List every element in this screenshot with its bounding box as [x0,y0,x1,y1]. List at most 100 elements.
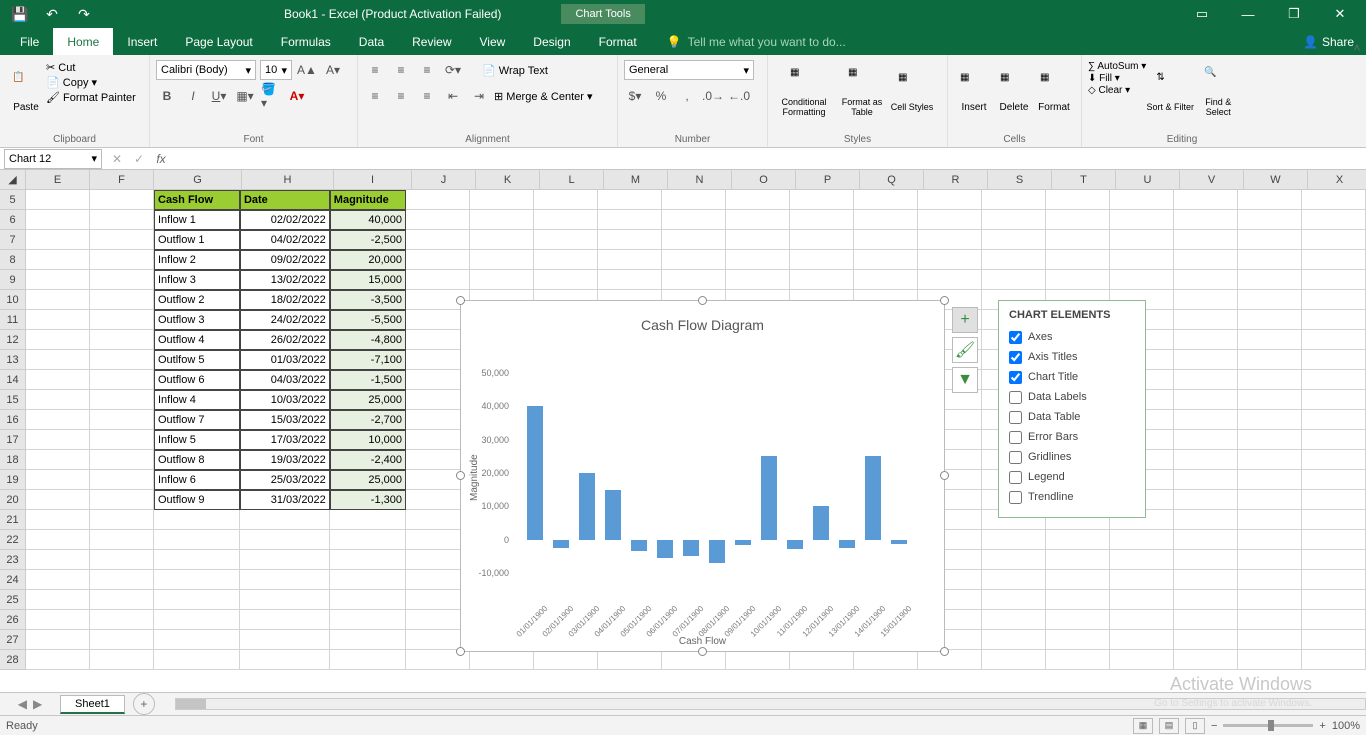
column-header[interactable]: H [242,170,334,190]
cell[interactable]: Date [240,190,330,210]
resize-handle[interactable] [456,471,465,480]
cell[interactable] [26,550,90,570]
cell[interactable] [982,590,1046,610]
cell[interactable] [90,650,154,670]
cell[interactable]: Outflow 2 [154,290,240,310]
cell[interactable]: -2,700 [330,410,406,430]
row-header[interactable]: 8 [0,250,26,270]
chart-styles-button[interactable]: 🖌 [952,337,978,363]
cell[interactable] [1046,630,1110,650]
tab-file[interactable]: File [6,28,53,55]
row-header[interactable]: 10 [0,290,26,310]
cell[interactable] [982,630,1046,650]
cell[interactable] [982,650,1046,670]
cell[interactable]: 13/02/2022 [240,270,330,290]
cell[interactable] [1302,650,1366,670]
row-header[interactable]: 24 [0,570,26,590]
cell[interactable] [1174,470,1238,490]
chart-bar[interactable] [605,490,621,540]
chart-bar[interactable] [891,540,907,544]
cell[interactable]: 10,000 [330,430,406,450]
cell[interactable] [90,630,154,650]
column-header[interactable]: J [412,170,476,190]
chart-element-option[interactable]: Gridlines [1009,447,1135,467]
cell[interactable] [1238,550,1302,570]
cell[interactable] [1110,210,1174,230]
cell[interactable] [790,270,854,290]
collapse-ribbon-icon[interactable]: ˄ [1346,38,1366,58]
cell[interactable] [26,630,90,650]
cell[interactable] [1174,190,1238,210]
tab-insert[interactable]: Insert [113,28,171,55]
cell[interactable] [1174,530,1238,550]
underline-button[interactable]: U▾ [208,86,230,106]
cell[interactable] [854,270,918,290]
enter-icon[interactable]: ✓ [128,152,150,166]
increase-font-icon[interactable]: A▲ [296,60,318,80]
cell[interactable] [1046,590,1110,610]
cell[interactable] [26,370,90,390]
select-all-corner[interactable]: ◢ [0,170,26,190]
column-header[interactable]: S [988,170,1052,190]
column-header[interactable]: X [1308,170,1366,190]
cell[interactable] [1238,630,1302,650]
decrease-decimal-icon[interactable]: ←.0 [728,86,750,106]
cell[interactable] [534,210,598,230]
row-header[interactable]: 13 [0,350,26,370]
cell[interactable] [854,190,918,210]
column-header[interactable]: G [154,170,242,190]
paste-button[interactable]: 📋 Paste [6,59,46,125]
cell[interactable] [90,570,154,590]
cell[interactable] [26,410,90,430]
cell[interactable]: 40,000 [330,210,406,230]
column-header[interactable]: I [334,170,412,190]
cell[interactable] [1046,610,1110,630]
cell[interactable] [982,210,1046,230]
cell[interactable] [26,490,90,510]
cell[interactable] [918,650,982,670]
cell[interactable] [1238,650,1302,670]
cell[interactable] [1238,590,1302,610]
chart-element-checkbox[interactable] [1009,371,1022,384]
cell[interactable] [1238,370,1302,390]
cell[interactable] [26,430,90,450]
percent-format-icon[interactable]: % [650,86,672,106]
cut-button[interactable]: ✂ Cut [46,61,136,74]
cell[interactable]: 26/02/2022 [240,330,330,350]
cell[interactable]: Outflow 9 [154,490,240,510]
cell[interactable] [662,210,726,230]
cell[interactable] [1238,610,1302,630]
cell[interactable] [790,250,854,270]
cell[interactable]: Outflow 8 [154,450,240,470]
decrease-indent-icon[interactable]: ⇤ [442,86,464,106]
cell[interactable] [534,250,598,270]
chart-element-option[interactable]: Data Labels [1009,387,1135,407]
tab-page-layout[interactable]: Page Layout [171,28,266,55]
cell[interactable] [1174,650,1238,670]
page-break-view-icon[interactable]: ▯ [1185,718,1205,734]
cell[interactable] [90,270,154,290]
normal-view-icon[interactable]: ▦ [1133,718,1153,734]
column-header[interactable]: E [26,170,90,190]
cell[interactable] [1302,230,1366,250]
cell[interactable] [154,630,240,650]
cell[interactable] [598,270,662,290]
row-header[interactable]: 26 [0,610,26,630]
cell[interactable] [1110,610,1174,630]
cell[interactable] [330,570,406,590]
cell[interactable] [330,510,406,530]
chart-bar[interactable] [787,540,803,549]
italic-button[interactable]: I [182,86,204,106]
cell[interactable] [854,230,918,250]
cell[interactable]: 04/03/2022 [240,370,330,390]
cell[interactable] [662,230,726,250]
cell[interactable] [1174,450,1238,470]
cell[interactable] [1174,290,1238,310]
cell[interactable] [90,410,154,430]
row-header[interactable]: 17 [0,430,26,450]
cell[interactable]: Outlfow 5 [154,350,240,370]
autosum-button[interactable]: ∑ AutoSum ▾ [1088,61,1146,72]
cell[interactable] [154,570,240,590]
cell[interactable]: 09/02/2022 [240,250,330,270]
cell[interactable] [1238,230,1302,250]
